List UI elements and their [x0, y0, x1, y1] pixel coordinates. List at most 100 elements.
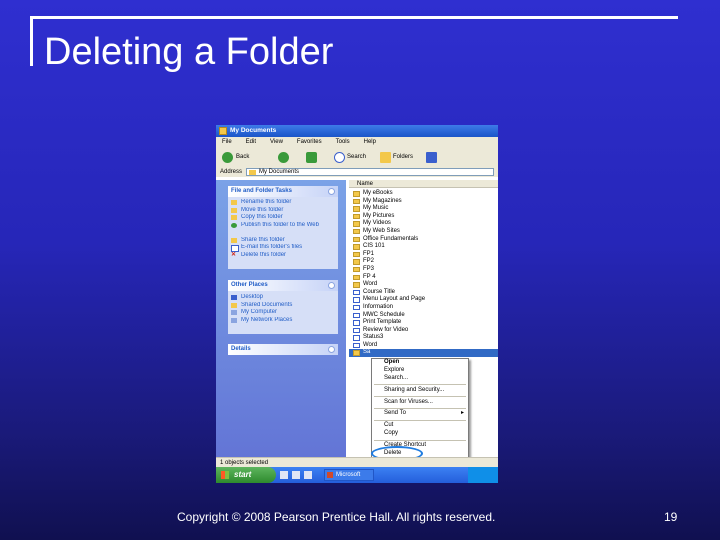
context-menu-item-copy[interactable]: Copy: [372, 430, 468, 438]
menu-edit[interactable]: Edit: [246, 139, 256, 145]
file-list-item[interactable]: MWC Schedule: [349, 312, 498, 320]
window-titlebar[interactable]: My Documents: [216, 125, 498, 137]
menu-file[interactable]: File: [222, 139, 232, 145]
panel-header[interactable]: Other Places: [228, 280, 338, 291]
search-icon[interactable]: [334, 152, 345, 163]
file-name: FP3: [363, 265, 375, 272]
file-list-item[interactable]: FP1: [349, 251, 498, 259]
menu-item-label: Explore: [384, 366, 405, 373]
back-arrow-icon[interactable]: [222, 152, 233, 163]
file-list-item[interactable]: FP2: [349, 258, 498, 266]
document-icon: [353, 312, 360, 318]
taskbar-window-button[interactable]: Microsoft: [324, 469, 374, 481]
file-list-item[interactable]: Review for Video: [349, 327, 498, 335]
place-desktop[interactable]: Desktop: [228, 294, 338, 302]
quick-launch-icon[interactable]: [292, 471, 300, 479]
file-list-item[interactable]: Menu Layout and Page: [349, 296, 498, 304]
place-my-computer[interactable]: My Computer: [228, 309, 338, 317]
explorer-screenshot: My Documents File Edit View Favorites Tools H…: [216, 125, 498, 483]
file-name: FP1: [363, 250, 375, 257]
file-list-item[interactable]: My Pictures: [349, 213, 498, 221]
place-label: My Computer: [241, 309, 278, 316]
place-shared-documents[interactable]: Shared Documents: [228, 302, 338, 310]
task-email[interactable]: E-mail this folder's files: [228, 244, 338, 252]
panel-header[interactable]: File and Folder Tasks: [228, 186, 338, 197]
context-menu-item-scan-for-viruses[interactable]: Scan for Viruses...: [372, 399, 468, 407]
file-list-item[interactable]: Word: [349, 281, 498, 289]
menu-separator: [374, 407, 466, 409]
folder-icon: [353, 213, 360, 220]
menu-bar: File Edit View Favorites Tools Help: [216, 137, 498, 147]
search-button[interactable]: Search: [347, 152, 366, 163]
menu-tools[interactable]: Tools: [336, 139, 350, 145]
task-label: Publish this folder to the Web: [241, 221, 319, 228]
context-menu-item-cut[interactable]: Cut: [372, 422, 468, 430]
collapse-chevron-icon[interactable]: [328, 282, 335, 289]
file-list-item[interactable]: My eBooks: [349, 190, 498, 198]
file-list-item[interactable]: Word: [349, 342, 498, 350]
quick-launch-icon[interactable]: [280, 471, 288, 479]
panel-header[interactable]: Details: [228, 344, 338, 355]
file-list-item[interactable]: Print Template: [349, 319, 498, 327]
task-move[interactable]: Move this folder: [228, 207, 338, 215]
up-folder-icon[interactable]: [306, 152, 317, 163]
file-list-item[interactable]: FP 4: [349, 274, 498, 282]
context-menu-item-search[interactable]: Search...: [372, 375, 468, 383]
expand-chevron-icon[interactable]: [328, 346, 335, 353]
file-list-item[interactable]: Information: [349, 304, 498, 312]
menu-favorites[interactable]: Favorites: [297, 139, 322, 145]
place-network[interactable]: My Network Places: [228, 317, 338, 325]
task-delete[interactable]: ✕ Delete this folder: [228, 252, 338, 260]
forward-arrow-icon[interactable]: [278, 152, 289, 163]
context-menu-item-send-to[interactable]: Send To ▸: [372, 410, 468, 418]
folders-icon[interactable]: [380, 152, 391, 163]
file-list-item[interactable]: My Web Sites: [349, 228, 498, 236]
menu-item-label: Scan for Viruses...: [384, 398, 433, 405]
task-publish[interactable]: Publish this folder to the Web: [228, 222, 338, 237]
menu-item-label: Open: [384, 359, 400, 365]
task-share[interactable]: Share this folder: [228, 237, 338, 245]
file-list-item[interactable]: Status3: [349, 334, 498, 342]
file-list-item[interactable]: Office Fundamentals: [349, 236, 498, 244]
menu-help[interactable]: Help: [364, 139, 376, 145]
panel-header-label: Details: [231, 346, 251, 352]
quick-launch-icon[interactable]: [304, 471, 312, 479]
collapse-chevron-icon[interactable]: [328, 188, 335, 195]
document-icon: [353, 297, 360, 303]
folder-icon: [219, 127, 227, 135]
context-menu-item-sharing-and-security[interactable]: Sharing and Security...: [372, 387, 468, 395]
back-button[interactable]: Back: [236, 152, 249, 163]
context-menu-item-explore[interactable]: Explore: [372, 367, 468, 375]
folder-icon: [353, 251, 360, 258]
place-label: Shared Documents: [241, 301, 293, 308]
file-list-item[interactable]: FP3: [349, 266, 498, 274]
start-button[interactable]: start: [216, 467, 276, 483]
file-name: Word: [363, 341, 378, 348]
file-list-item[interactable]: My Magazines: [349, 198, 498, 206]
windows-logo-icon: [221, 471, 229, 479]
file-list-item[interactable]: Course Title: [349, 289, 498, 297]
file-list-item[interactable]: CIS 101: [349, 243, 498, 251]
file-list-item[interactable]: Sa: [349, 349, 498, 358]
address-input[interactable]: My Documents: [246, 168, 494, 176]
submenu-arrow-icon: ▸: [460, 410, 464, 417]
folder-icon: [231, 302, 237, 308]
menu-view[interactable]: View: [270, 139, 283, 145]
task-copy[interactable]: Copy this folder: [228, 214, 338, 222]
folders-button[interactable]: Folders: [393, 152, 413, 163]
folder-icon: [353, 274, 360, 281]
views-icon[interactable]: [426, 152, 437, 163]
document-icon: [353, 335, 360, 341]
file-list-item[interactable]: My Videos: [349, 220, 498, 228]
file-items: My eBooks My Magazines My Music My Pictures…: [349, 190, 498, 358]
file-folder-tasks-panel: File and Folder Tasks Rename this folder…: [228, 186, 338, 269]
folder-icon: [353, 244, 360, 250]
address-bar: Address My Documents: [216, 167, 498, 177]
context-menu-item-open[interactable]: Open: [372, 359, 468, 367]
file-list-item[interactable]: My Music: [349, 205, 498, 213]
file-name: Status3: [363, 334, 384, 341]
place-label: Desktop: [241, 294, 264, 300]
column-header-name[interactable]: Name: [349, 180, 498, 188]
task-rename[interactable]: Rename this folder: [228, 199, 338, 207]
title-frame-left: [30, 16, 33, 66]
